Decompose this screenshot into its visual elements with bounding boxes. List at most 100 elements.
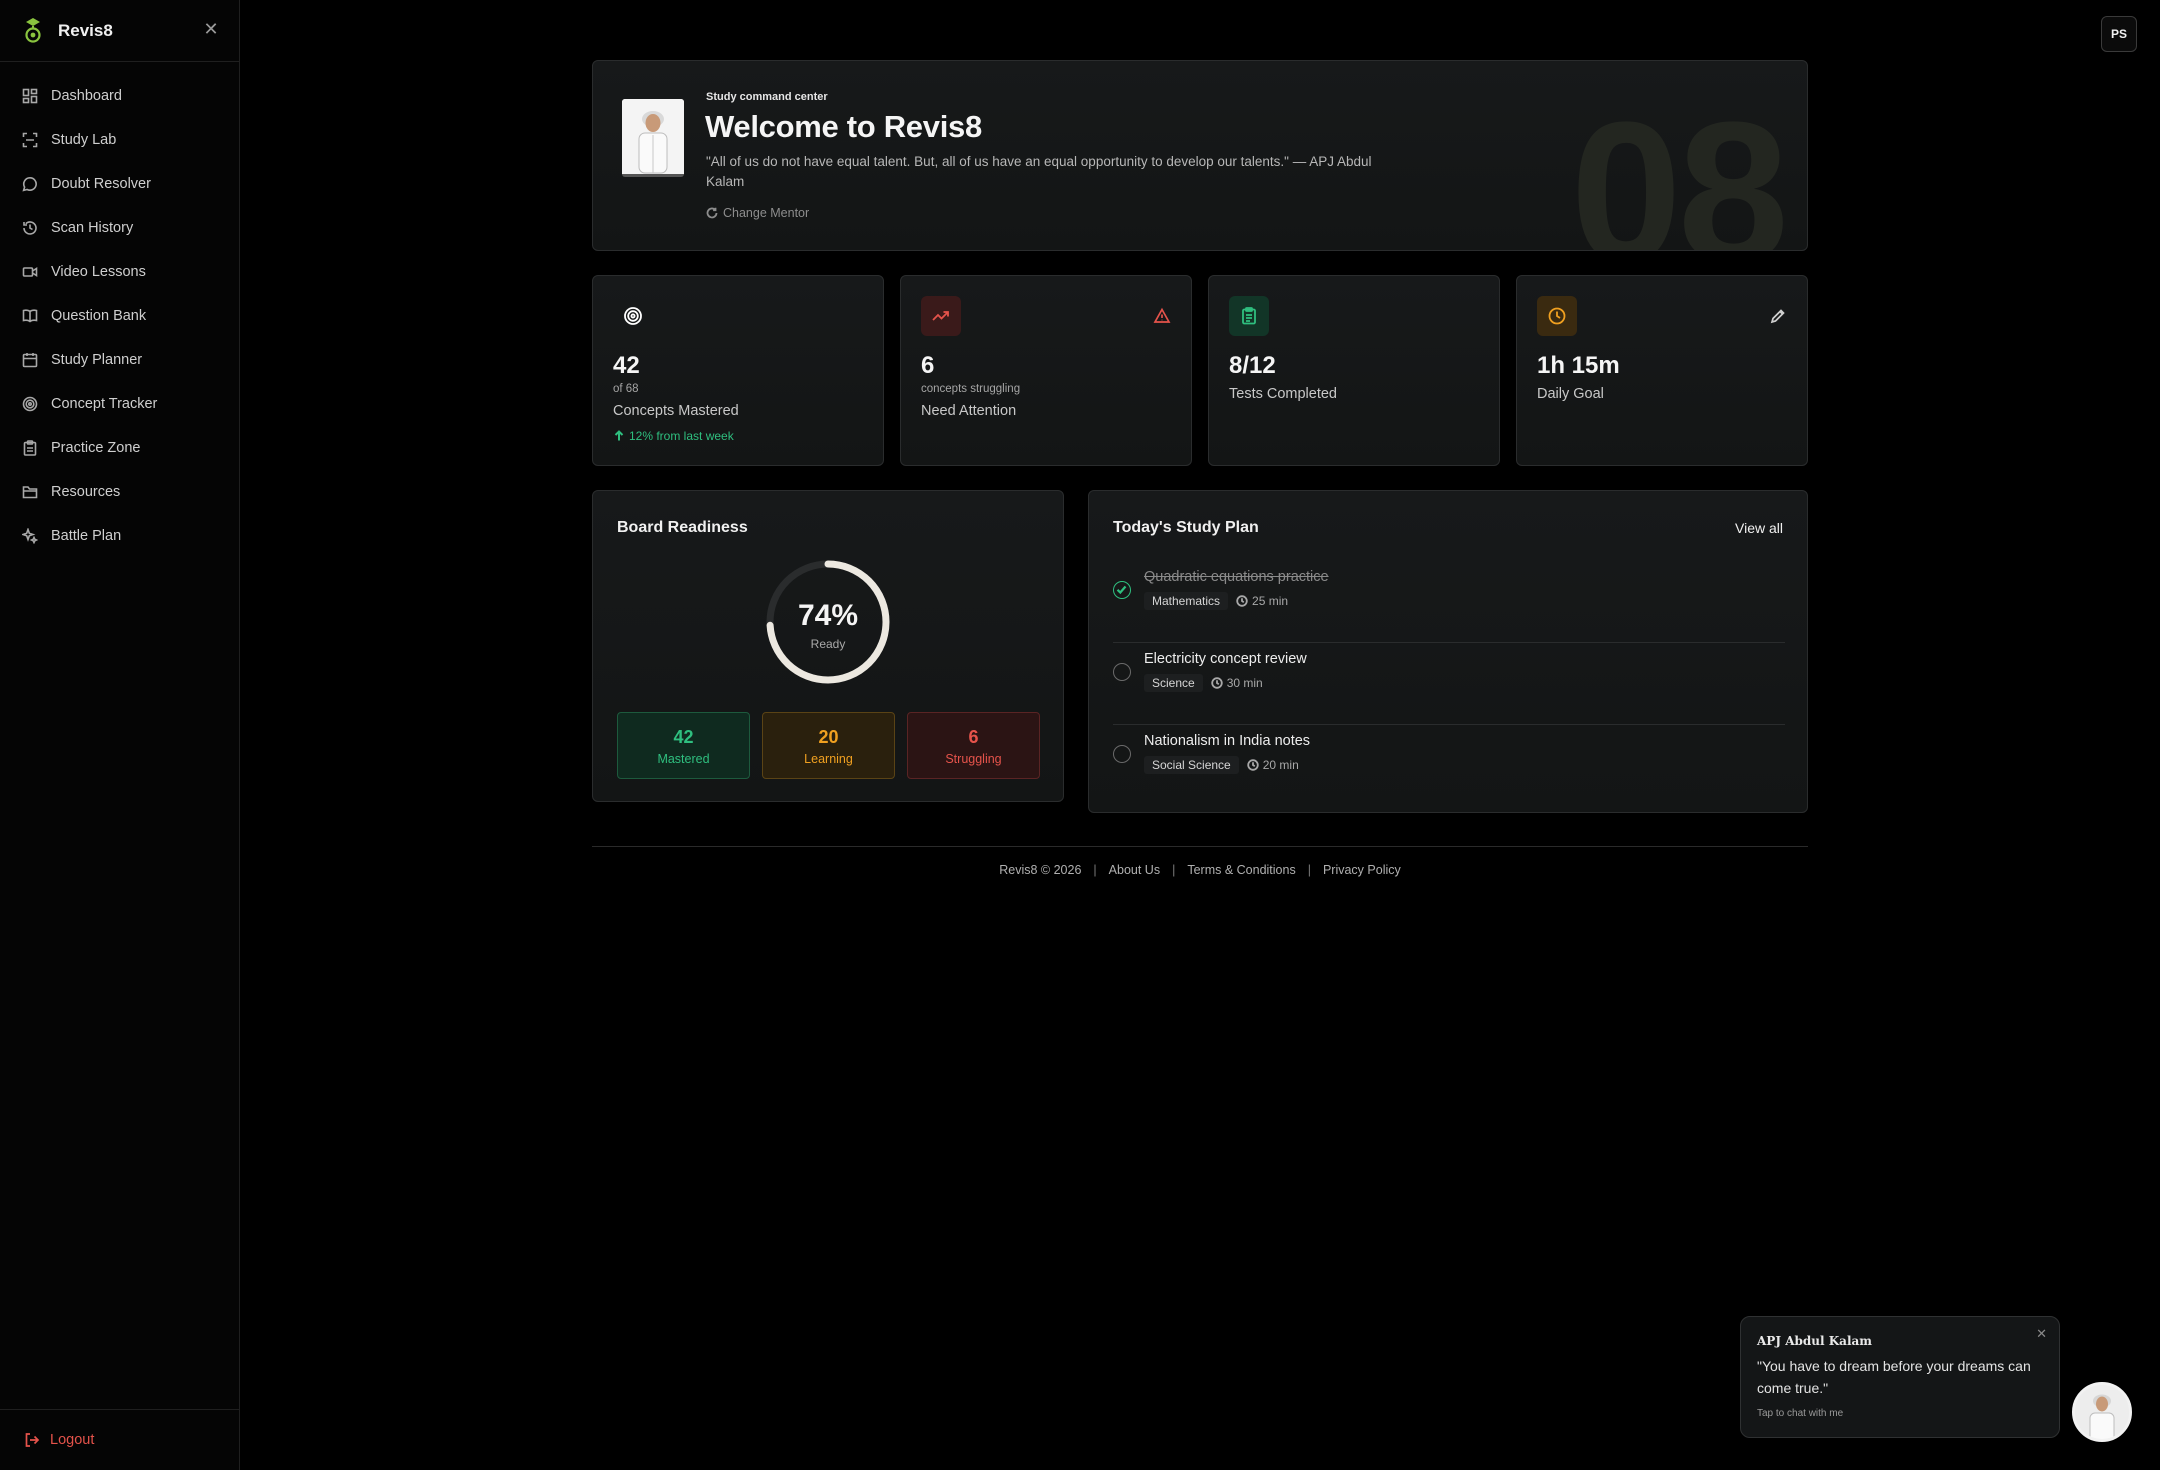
stat-value: 1h 15m (1537, 352, 1620, 379)
sidebar-nav: Dashboard Study Lab Doubt Resolver Scan … (0, 62, 239, 558)
sidebar-item-resources[interactable]: Resources (0, 470, 239, 514)
message-icon (22, 176, 37, 192)
sidebar: Revis8 ✕ Dashboard Study Lab Doubt Resol… (0, 0, 240, 1470)
stat-icon-wrap (1537, 296, 1577, 336)
study-task[interactable]: Quadratic equations practice Mathematics… (1113, 561, 1785, 643)
study-task[interactable]: Nationalism in India notes Social Scienc… (1113, 725, 1785, 807)
learning-count: 20 (818, 727, 839, 747)
stat-trend-label: 12% from last week (629, 429, 734, 443)
popup-mentor-name: APJ Abdul Kalam (1757, 1334, 1872, 1348)
logout-label: Logout (50, 1432, 95, 1448)
change-mentor-button[interactable]: Change Mentor (706, 206, 809, 220)
stat-label: Daily Goal (1537, 386, 1604, 402)
mentor-chat-popup[interactable]: APJ Abdul Kalam ✕ "You have to dream bef… (1740, 1316, 2060, 1438)
logout-button[interactable]: Logout (0, 1409, 239, 1470)
stat-icon-wrap (921, 296, 961, 336)
mastered-count: 42 (673, 727, 694, 747)
footer-divider (592, 846, 1808, 847)
footer-terms-link[interactable]: Terms & Conditions (1187, 863, 1295, 877)
stat-card-tests-completed[interactable]: 8/12 Tests Completed (1208, 275, 1500, 466)
stat-sub: of 68 (613, 383, 639, 395)
task-meta: Science 30 min (1144, 674, 1263, 692)
board-readiness-title: Board Readiness (617, 519, 748, 536)
mentor-portrait (622, 99, 684, 177)
footer-privacy-link[interactable]: Privacy Policy (1323, 863, 1401, 877)
sidebar-item-study-planner[interactable]: Study Planner (0, 338, 239, 382)
study-task[interactable]: Electricity concept review Science 30 mi… (1113, 643, 1785, 725)
stat-value: 42 (613, 352, 640, 379)
task-title: Quadratic equations practice (1144, 569, 1329, 585)
sidebar-item-label: Video Lessons (51, 264, 146, 280)
page-title: Welcome to Revis8 (705, 109, 982, 144)
hero-quote: "All of us do not have equal talent. But… (706, 154, 1372, 189)
history-icon (23, 221, 37, 235)
sidebar-item-concept-tracker[interactable]: Concept Tracker (0, 382, 239, 426)
task-meta: Social Science 20 min (1144, 756, 1299, 774)
folder-icon (22, 486, 38, 499)
footer: Revis8 © 2026 | About Us | Terms & Condition… (592, 863, 1808, 877)
sidebar-item-doubt-resolver[interactable]: Doubt Resolver (0, 162, 239, 206)
clipboard-icon (1242, 307, 1256, 325)
learning-label: Learning (804, 752, 853, 766)
footer-about-link[interactable]: About Us (1109, 863, 1160, 877)
task-meta: Mathematics 25 min (1144, 592, 1288, 610)
sidebar-item-label: Question Bank (51, 308, 147, 324)
learning-pill[interactable]: 20 Learning (762, 712, 895, 779)
pencil-icon (1770, 309, 1785, 324)
user-avatar[interactable]: PS (2101, 16, 2137, 52)
sidebar-item-label: Battle Plan (51, 528, 122, 544)
stat-label: Tests Completed (1229, 386, 1337, 402)
task-time: 25 min (1236, 594, 1288, 608)
book-icon (22, 309, 38, 323)
sidebar-item-study-lab[interactable]: Study Lab (0, 118, 239, 162)
sidebar-item-label: Doubt Resolver (51, 176, 151, 192)
popup-tap-hint: Tap to chat with me (1757, 1408, 1844, 1419)
stat-sub: concepts struggling (921, 383, 1021, 395)
clock-icon (1247, 759, 1259, 771)
readiness-percent: 74% (797, 599, 859, 632)
close-popup-icon[interactable]: ✕ (2036, 1326, 2047, 1342)
clock-icon (1211, 677, 1223, 689)
sidebar-item-video-lessons[interactable]: Video Lessons (0, 250, 239, 294)
task-time-label: 20 min (1262, 758, 1299, 772)
view-all-link[interactable]: View all (1735, 520, 1783, 536)
stat-card-need-attention[interactable]: 6 concepts struggling Need Attention (900, 275, 1192, 466)
close-sidebar-icon[interactable]: ✕ (202, 20, 220, 38)
task-checkbox[interactable] (1113, 745, 1131, 763)
mastered-label: Mastered (657, 752, 710, 766)
task-title: Nationalism in India notes (1144, 733, 1311, 749)
sidebar-item-label: Resources (51, 484, 121, 500)
task-time-label: 30 min (1226, 676, 1263, 690)
popup-quote: "You have to dream before your dreams ca… (1757, 1358, 2031, 1396)
task-checkbox-checked[interactable] (1113, 581, 1131, 599)
sidebar-item-label: Study Lab (51, 132, 117, 148)
mentor-portrait-icon (622, 99, 684, 174)
sidebar-item-scan-history[interactable]: Scan History (0, 206, 239, 250)
sidebar-item-label: Dashboard (51, 88, 122, 104)
sidebar-item-practice-zone[interactable]: Practice Zone (0, 426, 239, 470)
brand-name: Revis8 (58, 20, 113, 40)
stat-card-concepts-mastered[interactable]: 42 of 68 Concepts Mastered 12% from last… (592, 275, 884, 466)
calendar-icon (22, 353, 38, 368)
sidebar-item-label: Practice Zone (51, 440, 141, 456)
footer-separator: | (1307, 863, 1311, 877)
change-mentor-label: Change Mentor (723, 206, 810, 220)
clock-icon (1236, 595, 1248, 607)
struggling-pill[interactable]: 6 Struggling (907, 712, 1040, 779)
sidebar-item-dashboard[interactable]: Dashboard (0, 74, 239, 118)
hero-watermark-number: 08 (1570, 81, 1789, 251)
stat-trend: 12% from last week (613, 429, 734, 443)
warning-icon (1153, 307, 1171, 325)
sidebar-item-question-bank[interactable]: Question Bank (0, 294, 239, 338)
board-readiness-card: Board Readiness 74% Ready 42 Mastered 20… (592, 490, 1064, 802)
task-checkbox[interactable] (1113, 663, 1131, 681)
mastered-pill[interactable]: 42 Mastered (617, 712, 750, 779)
mentor-chat-avatar[interactable] (2072, 1382, 2132, 1442)
sidebar-item-battle-plan[interactable]: Battle Plan (0, 514, 239, 558)
edit-goal-button[interactable] (1769, 307, 1787, 325)
stat-icon-wrap (613, 296, 653, 336)
brand-logo-icon (25, 17, 41, 43)
welcome-hero: Study command center Welcome to Revis8 "… (592, 60, 1808, 251)
stat-card-daily-goal[interactable]: 1h 15m Daily Goal (1516, 275, 1808, 466)
hero-eyebrow: Study command center (706, 91, 828, 103)
